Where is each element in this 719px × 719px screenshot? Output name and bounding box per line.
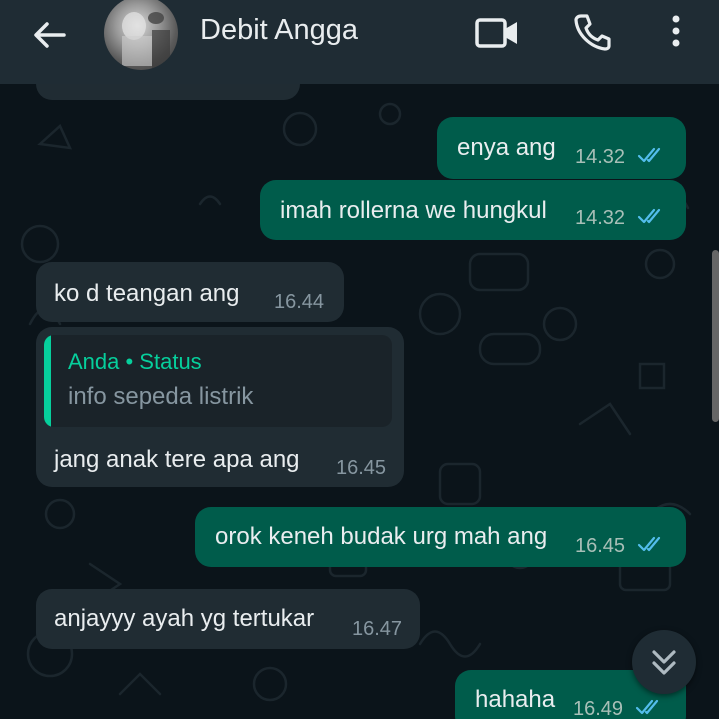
message-bubble-incoming[interactable]: anjayyy ayah yg tertukar 16.47	[36, 589, 420, 649]
chat-header: Debit Angga	[0, 0, 719, 84]
quoted-status[interactable]: Anda • Status info sepeda listrik	[44, 335, 392, 427]
message-bubble-incoming[interactable]: Anda • Status info sepeda listrik jang a…	[36, 327, 404, 487]
message-time: 16.45	[575, 535, 626, 557]
message-time: 14.32	[575, 146, 626, 168]
message-text: orok keneh budak urg mah ang	[215, 523, 548, 550]
quote-title: Anda • Status	[68, 349, 202, 374]
chat-scrollbar[interactable]	[712, 250, 719, 422]
message-time: 16.44	[274, 291, 325, 313]
read-receipt-icon	[635, 699, 659, 715]
arrow-left-icon[interactable]	[28, 14, 70, 56]
scroll-to-bottom-button[interactable]	[632, 630, 696, 694]
message-bubble-outgoing[interactable]: enya ang 14.32	[437, 117, 686, 179]
avatar[interactable]	[104, 0, 178, 70]
message-bubble-incoming[interactable]: ko d teangan ang 16.44	[36, 262, 344, 322]
message-bubble-outgoing[interactable]: imah rollerna we hungkul 14.32	[260, 180, 686, 240]
read-receipt-icon	[637, 536, 661, 552]
read-receipt-icon	[637, 208, 661, 224]
message-text: jang anak tere apa ang	[54, 446, 300, 473]
message-bubble-outgoing[interactable]: orok keneh budak urg mah ang 16.45	[195, 507, 686, 567]
phone-icon[interactable]	[572, 12, 612, 52]
message-bubble-partial	[36, 84, 300, 100]
message-text: hahaha	[475, 686, 556, 713]
quote-accent-bar	[44, 335, 51, 427]
message-time: 16.45	[336, 457, 387, 479]
message-text: ko d teangan ang	[54, 280, 240, 307]
chat-area[interactable]: enya ang 14.32 imah rollerna we hungkul …	[0, 84, 719, 719]
message-text: enya ang	[457, 134, 556, 161]
message-text: imah rollerna we hungkul	[280, 197, 547, 224]
message-text: anjayyy ayah yg tertukar	[54, 605, 315, 632]
contact-name[interactable]: Debit Angga	[200, 14, 358, 47]
message-time: 16.49	[573, 698, 624, 719]
read-receipt-icon	[637, 147, 661, 163]
more-vert-icon[interactable]	[666, 12, 686, 52]
video-camera-icon[interactable]	[474, 12, 520, 52]
message-time: 16.47	[352, 618, 403, 640]
chevron-double-down-icon	[652, 650, 676, 675]
message-time: 14.32	[575, 207, 626, 229]
quote-text: info sepeda listrik	[68, 383, 254, 410]
